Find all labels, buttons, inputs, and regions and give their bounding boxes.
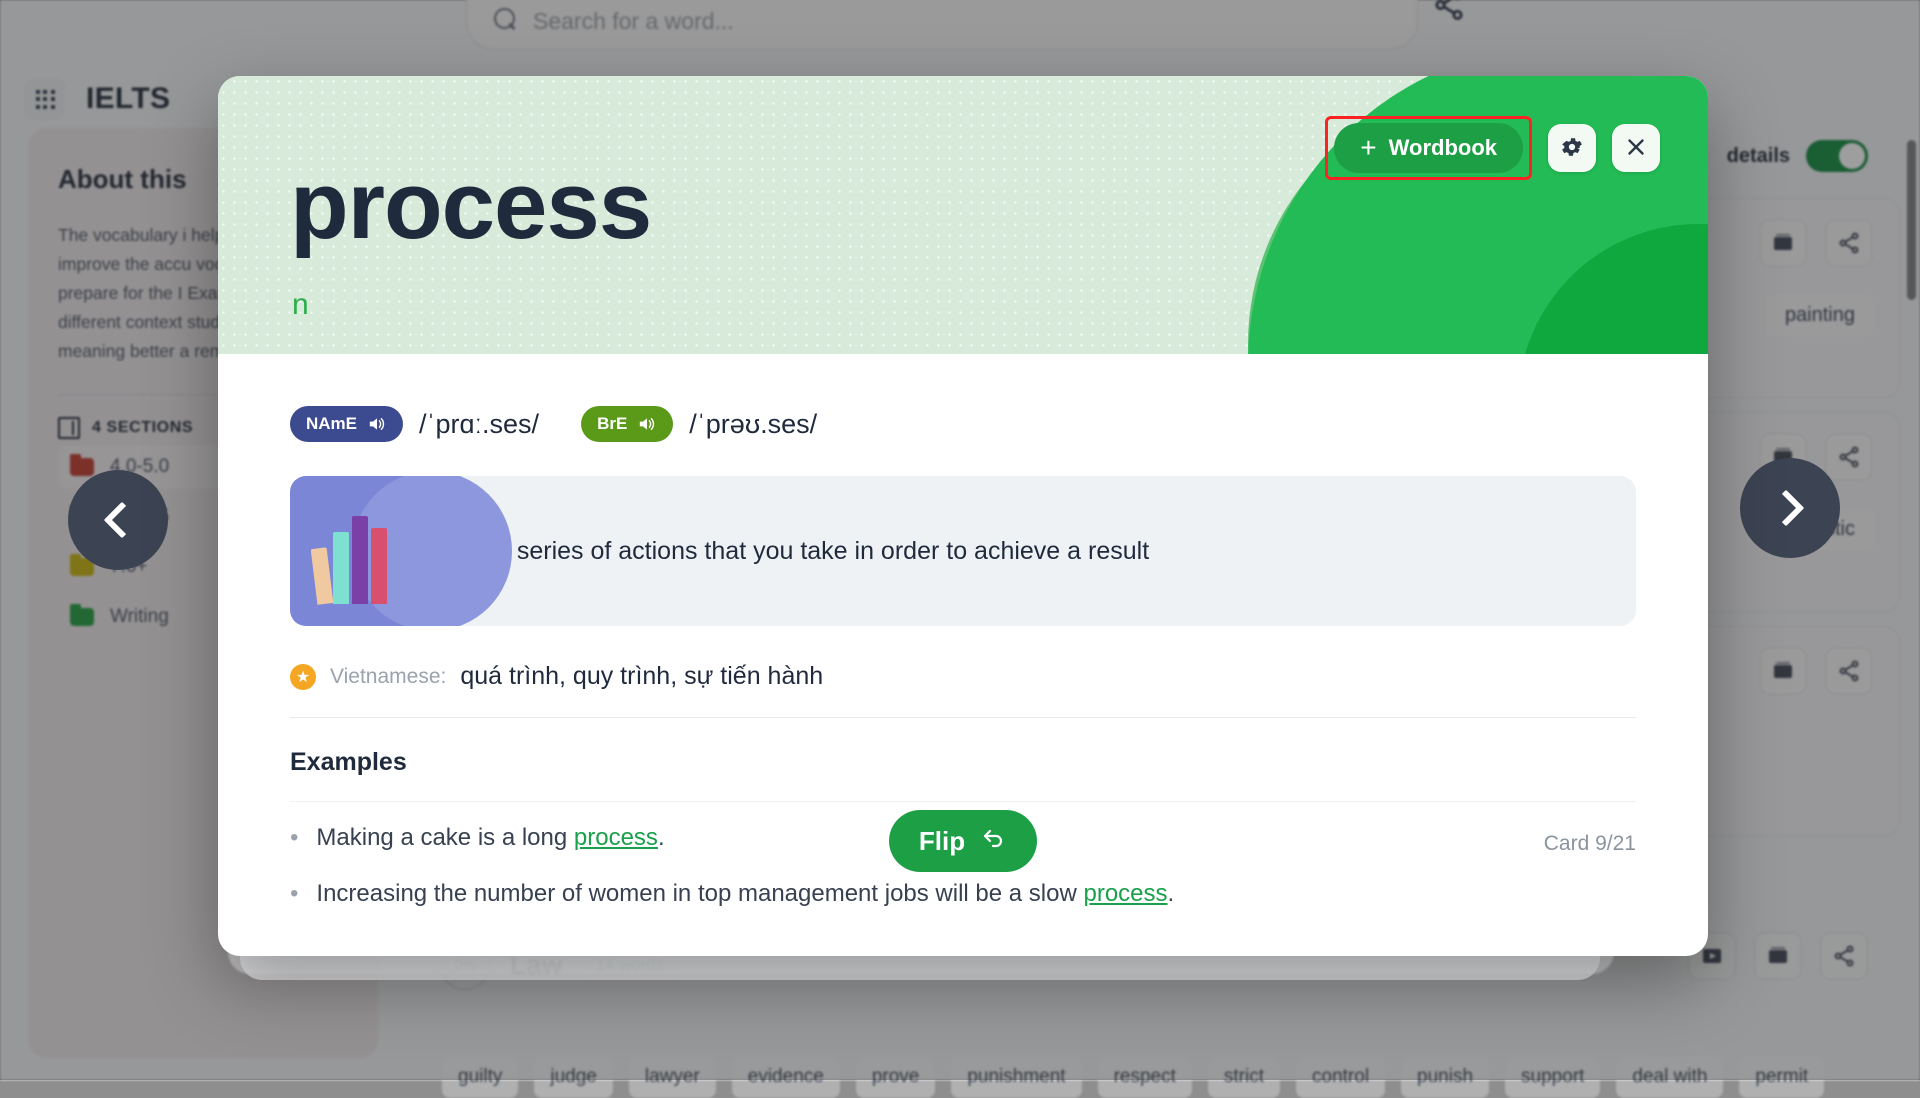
close-button[interactable] [1612, 124, 1660, 172]
settings-button[interactable] [1548, 124, 1596, 172]
translation-row: ★ Vietnamese: quá trình, quy trình, sự t… [290, 662, 1636, 691]
plus-icon: + [1360, 134, 1376, 162]
example-text: Making a cake is a long process. [316, 824, 664, 852]
flip-label: Flip [919, 826, 965, 857]
flip-arrow-icon [979, 826, 1007, 857]
namE-label: NAmE [306, 414, 357, 434]
chevron-left-icon [104, 502, 141, 539]
brE-ipa: /ˈprəʊ.ses/ [689, 409, 817, 440]
card-counter: Card 9/21 [1544, 832, 1636, 856]
word-detail-modal: + Wordbook proces [218, 76, 1708, 956]
books-icon [314, 516, 387, 604]
example-item: • Increasing the number of women in top m… [290, 880, 1636, 908]
modal-header: + Wordbook proces [218, 76, 1708, 354]
speaker-icon [367, 416, 387, 432]
divider [290, 717, 1636, 718]
brE-audio-button[interactable]: BrE [581, 406, 673, 442]
highlighted-word[interactable]: process [574, 824, 658, 851]
speaker-icon [637, 416, 657, 432]
chevron-right-icon [1768, 490, 1805, 527]
wordbook-highlight: + Wordbook [1325, 116, 1532, 180]
star-icon: ★ [290, 664, 316, 690]
example-text: Increasing the number of women in top ma… [316, 880, 1174, 908]
books-illustration [290, 476, 450, 626]
brE-label: BrE [597, 414, 627, 434]
pronunciation-namE: NAmE /ˈprɑː.ses/ [290, 406, 539, 442]
namE-ipa: /ˈprɑː.ses/ [419, 409, 539, 440]
translation-text: quá trình, quy trình, sự tiến hành [460, 662, 823, 691]
bullet-icon: • [290, 824, 298, 852]
headword: process [290, 158, 651, 254]
examples-title: Examples [290, 748, 1636, 777]
namE-audio-button[interactable]: NAmE [290, 406, 403, 442]
close-icon [1623, 134, 1649, 163]
examples-list: Flip Card 9/21 • Making a cake is a long … [290, 824, 1636, 908]
next-card-button[interactable] [1740, 458, 1840, 558]
gear-icon [1559, 134, 1585, 163]
definition-panel: a series of actions that you take in ord… [290, 476, 1636, 626]
flip-button[interactable]: Flip [889, 810, 1037, 872]
translation-label: Vietnamese: [330, 665, 446, 689]
modal-body: NAmE /ˈprɑː.ses/ BrE [218, 354, 1708, 908]
bullet-icon: • [290, 880, 298, 908]
modal-actions: + Wordbook [1325, 116, 1660, 180]
prev-card-button[interactable] [68, 470, 168, 570]
pronunciation-brE: BrE /ˈprəʊ.ses/ [581, 406, 817, 442]
wordbook-label: Wordbook [1389, 135, 1497, 161]
part-of-speech: n [292, 288, 309, 322]
add-to-wordbook-button[interactable]: + Wordbook [1334, 123, 1523, 173]
pronunciation-row: NAmE /ˈprɑː.ses/ BrE [290, 406, 1636, 442]
definition-text: a series of actions that you take in ord… [450, 537, 1149, 566]
highlighted-word[interactable]: process [1083, 880, 1167, 907]
divider [290, 801, 1636, 802]
